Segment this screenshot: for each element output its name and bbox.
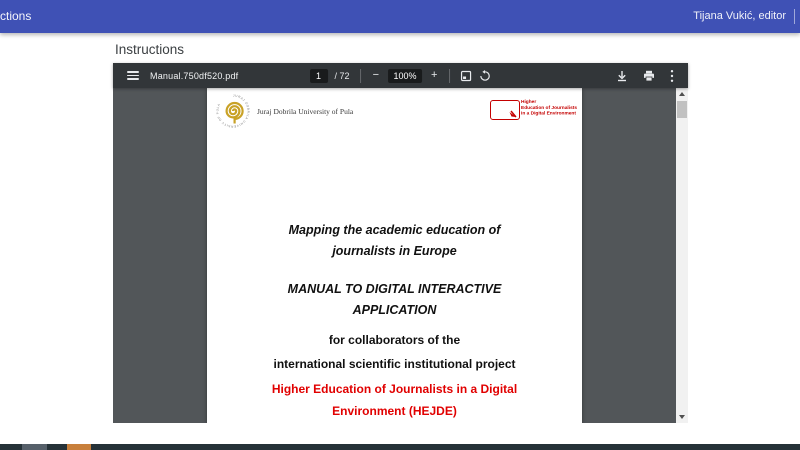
page-count-label: / 72 [335,71,350,81]
pdf-scrollbar[interactable] [676,88,688,423]
zoom-in-button[interactable]: + [429,70,439,81]
doc-body-line2: international scientific institutional p… [207,352,582,376]
cursor-arrow-icon [508,109,517,118]
hejde-logo-text: Higher Education of Journalists in a Dig… [521,99,577,116]
zoom-level-value[interactable]: 100% [388,69,422,83]
scroll-down-arrow[interactable] [679,415,685,419]
menu-button[interactable] [127,69,139,82]
app-bar: Instructions Tijana Vukić, editor [0,0,800,33]
fit-page-icon [460,70,472,82]
taskbar-segment-gray [22,444,47,450]
app-bar-divider [794,9,795,24]
page-title: Instructions [115,42,184,57]
doc-subtitle-line2: APPLICATION [207,300,582,321]
hamburger-icon [127,69,139,82]
scroll-up-arrow[interactable] [679,92,685,96]
nav-item-instructions[interactable]: Instructions [0,9,31,23]
rotate-button[interactable] [479,70,491,82]
page-number-input[interactable] [310,69,328,83]
user-menu[interactable]: Tijana Vukić, editor [693,10,786,22]
doc-title-line1: Mapping the academic education of [207,220,582,241]
fit-to-page-button[interactable] [460,70,472,82]
pdf-filename: Manual.750df520.pdf [150,71,238,81]
print-icon [643,70,655,82]
download-button[interactable] [616,70,628,82]
seal-ring-text: JURAJ DOBRILA UNIVERSITY OF PULA [215,93,250,128]
pdf-title-block: Mapping the academic education of journa… [207,220,582,422]
hejde-logo-icon [490,100,520,120]
doc-project-name-line2: Environment (HEJDE) [207,400,582,422]
more-options-button[interactable] [670,69,674,83]
bottom-taskbar-edge [0,444,800,450]
pdf-toolbar: Manual.750df520.pdf / 72 − 100% + [113,63,688,88]
print-button[interactable] [643,70,655,82]
doc-title-line2: journalists in Europe [207,241,582,262]
pdf-page: JURAJ DOBRILA UNIVERSITY OF PULA Juraj D… [207,88,582,423]
kebab-menu-icon [670,69,674,83]
doc-body-line1: for collaborators of the [207,328,582,352]
taskbar-segment-orange [67,444,91,450]
toolbar-divider [360,69,361,83]
pdf-content-area[interactable]: JURAJ DOBRILA UNIVERSITY OF PULA Juraj D… [113,88,676,423]
scrollbar-thumb[interactable] [677,101,687,118]
doc-project-name-line1: Higher Education of Journalists in a Dig… [207,378,582,400]
doc-subtitle-line1: MANUAL TO DIGITAL INTERACTIVE [207,279,582,300]
rotate-icon [479,70,491,82]
university-name-label: Juraj Dobrila University of Pula [257,107,353,116]
zoom-out-button[interactable]: − [371,70,381,81]
university-seal-icon: JURAJ DOBRILA UNIVERSITY OF PULA [215,93,251,129]
download-icon [616,70,628,82]
toolbar-divider [449,69,450,83]
pdf-viewer: Manual.750df520.pdf / 72 − 100% + [113,63,688,423]
svg-text:JURAJ DOBRILA UNIVERSITY OF PU: JURAJ DOBRILA UNIVERSITY OF PULA [215,93,250,128]
